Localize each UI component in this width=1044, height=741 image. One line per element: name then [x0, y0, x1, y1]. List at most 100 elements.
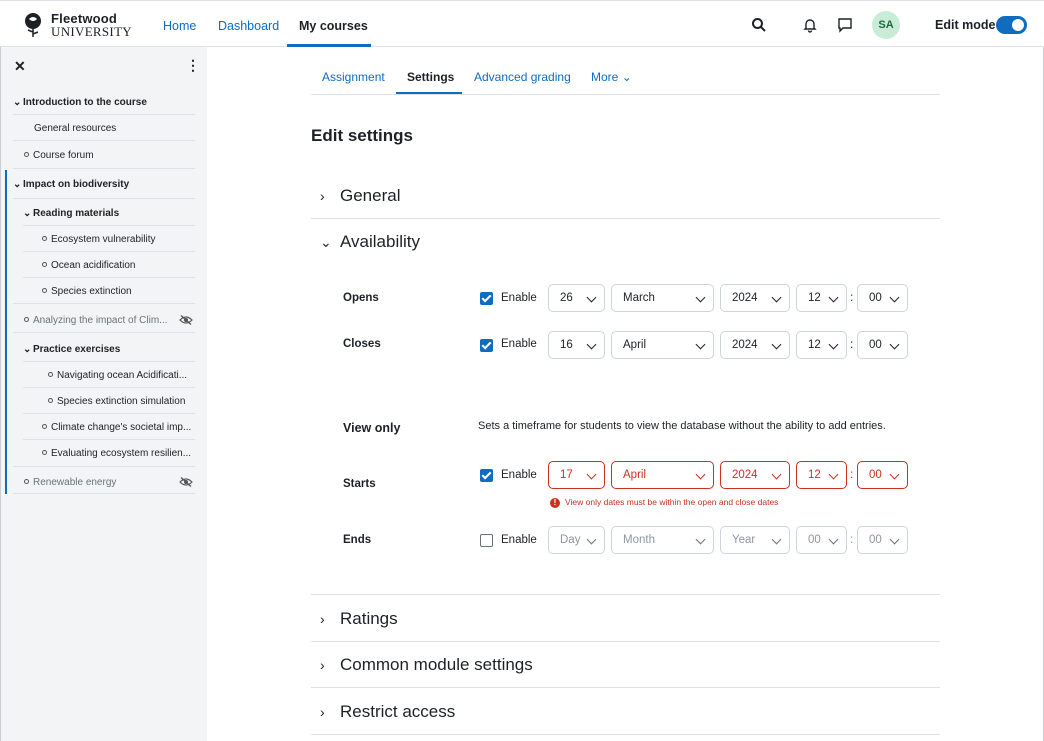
sidebar-subsection[interactable]: ⌄ Practice exercises: [23, 344, 120, 355]
opens-month-select[interactable]: March: [611, 284, 714, 312]
closes-hour-select[interactable]: 12: [796, 331, 847, 359]
chevron-down-icon: [586, 469, 597, 480]
opens-year-select[interactable]: 2024: [720, 284, 790, 312]
tabs-divider: [311, 94, 940, 95]
enable-label: Enable: [501, 338, 537, 350]
messages-icon[interactable]: [837, 17, 853, 33]
divider: [13, 168, 195, 169]
chevron-down-icon: [771, 534, 782, 545]
section-restrict-access-header[interactable]: › Restrict access: [320, 702, 455, 722]
section-availability-header[interactable]: ⌄ Availability: [320, 232, 420, 252]
starts-year-select[interactable]: 2024: [720, 461, 790, 489]
chevron-down-icon: ⌄: [621, 70, 632, 84]
chevron-down-icon: [586, 292, 597, 303]
opens-hour-select[interactable]: 12: [796, 284, 847, 312]
view-only-heading: View only: [343, 421, 401, 435]
time-separator: :: [850, 337, 854, 351]
chevron-down-icon: [695, 292, 706, 303]
divider: [13, 198, 195, 199]
ends-month-select[interactable]: Month: [611, 526, 714, 554]
opens-minute-select[interactable]: 00: [857, 284, 908, 312]
sidebar-item-hidden[interactable]: Analyzing the impact of Clim...: [24, 315, 168, 326]
time-separator: :: [850, 290, 854, 304]
closes-enable-checkbox[interactable]: [480, 339, 493, 352]
chevron-down-icon: [695, 534, 706, 545]
tab-assignment[interactable]: Assignment: [322, 70, 385, 84]
nav-my-courses-link[interactable]: My courses: [299, 19, 368, 33]
bell-icon[interactable]: [802, 17, 818, 33]
sidebar-item-hidden[interactable]: Renewable energy: [24, 477, 116, 488]
sidebar-item[interactable]: Species extinction: [42, 286, 132, 297]
university-logo[interactable]: Fleetwood UNIVERSITY: [20, 10, 132, 40]
closes-month-select[interactable]: April: [611, 331, 714, 359]
enable-label: Enable: [501, 534, 537, 546]
time-separator: :: [850, 467, 854, 481]
closes-label: Closes: [343, 338, 381, 350]
ends-hour-select[interactable]: 00: [796, 526, 847, 554]
edit-mode-toggle[interactable]: [996, 16, 1027, 34]
close-sidebar-icon[interactable]: ✕: [14, 58, 26, 75]
starts-minute-select[interactable]: 00: [857, 461, 908, 489]
time-separator: :: [850, 532, 854, 546]
view-only-description: Sets a timeframe for students to view th…: [478, 420, 886, 432]
sidebar-section[interactable]: ⌄ Impact on biodiversity: [13, 179, 129, 190]
sidebar-item[interactable]: Ocean acidification: [42, 260, 136, 271]
sidebar-item[interactable]: General resources: [34, 123, 116, 134]
search-icon[interactable]: [751, 17, 767, 33]
user-avatar[interactable]: SA: [872, 11, 900, 39]
divider: [13, 493, 195, 494]
starts-hour-select[interactable]: 12: [796, 461, 847, 489]
chevron-right-icon: ›: [320, 657, 325, 673]
opens-enable-checkbox[interactable]: [480, 292, 493, 305]
ends-minute-select[interactable]: 00: [857, 526, 908, 554]
starts-month-select[interactable]: April: [611, 461, 714, 489]
sidebar-subsection[interactable]: ⌄ Reading materials: [23, 208, 119, 219]
sidebar-item[interactable]: Climate change's societal imp...: [42, 422, 191, 433]
starts-enable-checkbox[interactable]: [480, 469, 493, 482]
divider: [311, 734, 940, 735]
closes-minute-select[interactable]: 00: [857, 331, 908, 359]
section-ratings-header[interactable]: › Ratings: [320, 609, 398, 629]
sidebar-section[interactable]: ⌄ Introduction to the course: [13, 97, 147, 108]
ends-day-select[interactable]: Day: [548, 526, 605, 554]
section-general-header[interactable]: › General: [320, 186, 400, 206]
rose-logo-icon: [25, 13, 41, 37]
sidebar-item[interactable]: Course forum: [24, 150, 94, 161]
ends-year-select[interactable]: Year: [720, 526, 790, 554]
chevron-right-icon: ›: [320, 704, 325, 720]
divider: [13, 332, 195, 333]
divider: [23, 251, 195, 252]
sidebar-menu-icon[interactable]: ⋮: [186, 57, 200, 74]
activity-circle-icon: [42, 450, 47, 455]
chevron-down-icon: [695, 339, 706, 350]
tab-advanced-grading[interactable]: Advanced grading: [474, 70, 571, 84]
divider: [311, 641, 940, 642]
tab-more[interactable]: More ⌄: [591, 70, 632, 84]
closes-day-select[interactable]: 16: [548, 331, 605, 359]
chevron-down-icon: ⌄: [13, 97, 22, 108]
opens-day-select[interactable]: 26: [548, 284, 605, 312]
nav-home-link[interactable]: Home: [163, 19, 196, 33]
sidebar-item[interactable]: Species extinction simulation: [48, 396, 185, 407]
chevron-down-icon: [828, 469, 839, 480]
activity-circle-icon: [42, 424, 47, 429]
chevron-down-icon: [828, 339, 839, 350]
sidebar-item[interactable]: Ecosystem vulnerability: [42, 234, 155, 245]
sidebar-item[interactable]: Evaluating ecosystem resilien...: [42, 448, 191, 459]
chevron-down-icon: [889, 292, 900, 303]
divider: [13, 114, 195, 115]
starts-day-select[interactable]: 17: [548, 461, 605, 489]
nav-dashboard-link[interactable]: Dashboard: [218, 19, 279, 33]
sidebar-item[interactable]: Navigating ocean Acidificati...: [48, 370, 187, 381]
chevron-down-icon: ⌄: [320, 234, 332, 250]
chevron-down-icon: [771, 469, 782, 480]
divider: [23, 387, 195, 388]
eye-slash-icon: [179, 315, 193, 325]
activity-circle-icon: [42, 236, 47, 241]
section-common-module-header[interactable]: › Common module settings: [320, 655, 533, 675]
ends-enable-checkbox[interactable]: [480, 534, 493, 547]
tab-settings[interactable]: Settings: [407, 70, 454, 84]
closes-year-select[interactable]: 2024: [720, 331, 790, 359]
chevron-down-icon: [771, 339, 782, 350]
edit-mode-label: Edit mode: [935, 18, 996, 32]
